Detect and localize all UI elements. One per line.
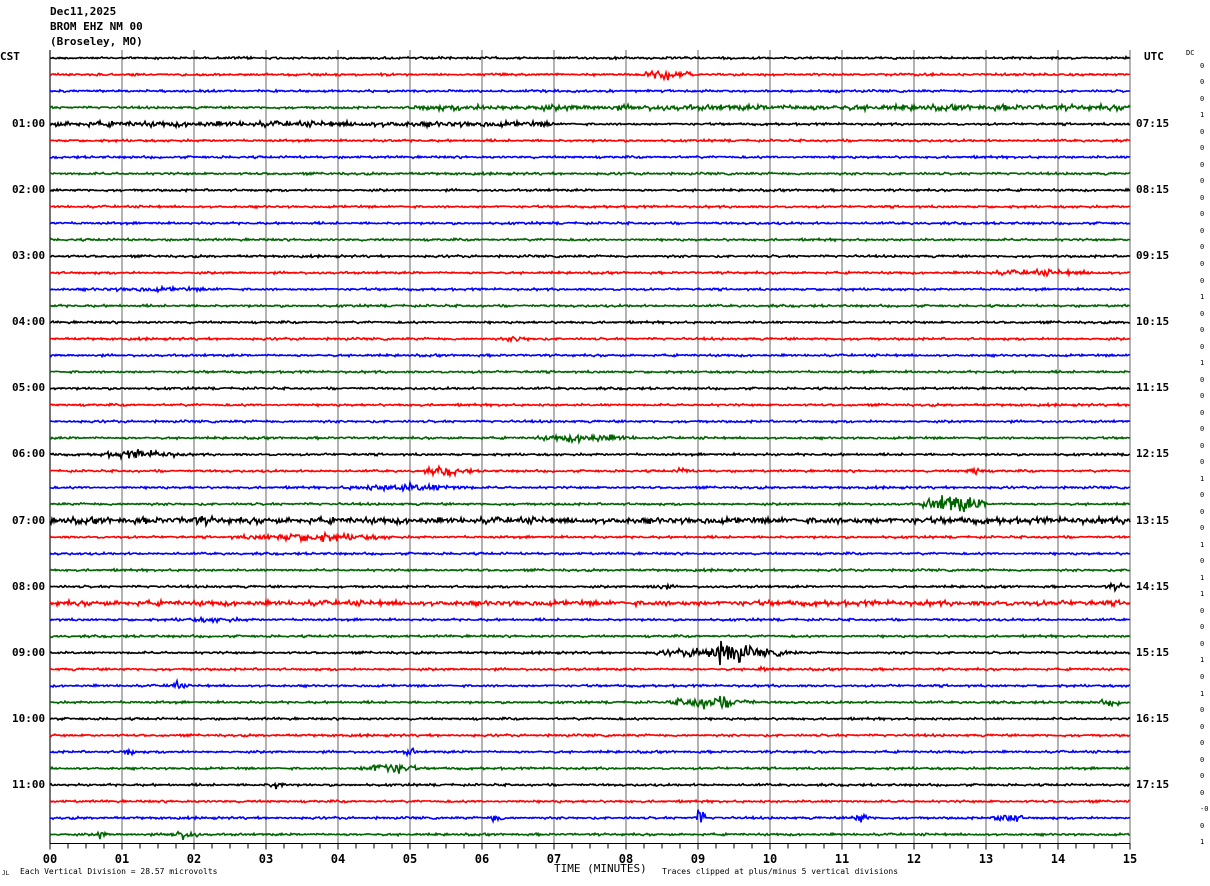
clip-text: Traces clipped at plus/minus 5 vertical …	[662, 867, 899, 876]
trace-row-2	[49, 88, 1131, 94]
trace-row-33	[49, 597, 1131, 609]
trace-row-4	[49, 118, 1131, 130]
x-tick-label: 03	[259, 852, 273, 866]
trace-row-19	[49, 368, 1131, 375]
trace-row-40	[49, 716, 1131, 722]
trace-row-24	[49, 448, 1131, 461]
trace-row-34	[49, 615, 1131, 625]
trace-row-28	[49, 514, 1131, 529]
trace-row-42	[49, 746, 1131, 758]
x-tick-label: 15	[1123, 852, 1137, 866]
trace-row-25	[50, 464, 1131, 479]
trace-row-5	[49, 137, 1131, 144]
trace-row-38	[49, 677, 1131, 690]
trace-row-26	[49, 479, 1131, 493]
scale-text: Each Vertical Division = 28.57 microvolt…	[20, 867, 218, 876]
x-tick-label: 10	[763, 852, 777, 866]
trace-row-14	[49, 284, 1130, 294]
trace-row-44	[49, 781, 1131, 790]
x-tick-label: 06	[475, 852, 489, 866]
trace-row-3	[49, 101, 1131, 114]
trace-row-22	[49, 418, 1131, 425]
x-tick-label: 13	[979, 852, 993, 866]
trace-row-20	[49, 385, 1131, 392]
trace-row-37	[49, 664, 1131, 673]
trace-row-31	[49, 567, 1131, 574]
trace-row-13	[49, 267, 1131, 278]
trace-row-0	[50, 55, 1131, 61]
trace-row-39	[49, 695, 1131, 711]
trace-row-15	[49, 302, 1131, 309]
x-tick-label: 11	[835, 852, 849, 866]
x-tick-label: 01	[115, 852, 129, 866]
corner-mark: JL	[2, 870, 10, 877]
trace-row-43	[49, 763, 1130, 775]
trace-row-30	[49, 550, 1131, 557]
trace-row-9	[49, 203, 1131, 210]
trace-row-45	[49, 798, 1131, 805]
trace-row-32	[49, 581, 1131, 594]
x-tick-label: 02	[187, 852, 201, 866]
trace-row-6	[49, 154, 1131, 161]
trace-row-21	[49, 401, 1131, 408]
x-tick-label: 14	[1051, 852, 1065, 866]
x-axis-label: TIME (MINUTES)	[554, 862, 647, 875]
trace-row-41	[49, 732, 1131, 739]
trace-row-36	[49, 640, 1131, 666]
x-tick-label: 12	[907, 852, 921, 866]
x-tick-label: 00	[43, 852, 57, 866]
helicorder-plot: 00 01 02 03 04 05 06 07 08 09 10 11 12 13 14 15	[43, 50, 1137, 866]
trace-row-27	[49, 495, 1131, 513]
trace-row-8	[49, 187, 1131, 194]
trace-row-17	[49, 335, 1131, 344]
trace-row-46	[49, 809, 1131, 824]
x-tick-label: 05	[403, 852, 417, 866]
trace-row-10	[49, 220, 1131, 226]
trace-row-7	[49, 170, 1131, 177]
trace-row-35	[49, 633, 1131, 640]
x-tick-label: 09	[691, 852, 705, 866]
trace-row-11	[49, 236, 1131, 243]
trace-row-23	[49, 432, 1131, 445]
trace-row-18	[49, 352, 1131, 359]
trace-row-1	[49, 69, 1131, 82]
trace-row-16	[50, 319, 1131, 326]
trace-row-47	[49, 830, 1130, 841]
trace-row-12	[49, 253, 1131, 260]
x-tick-label: 04	[331, 852, 345, 866]
trace-row-29	[49, 530, 1131, 544]
